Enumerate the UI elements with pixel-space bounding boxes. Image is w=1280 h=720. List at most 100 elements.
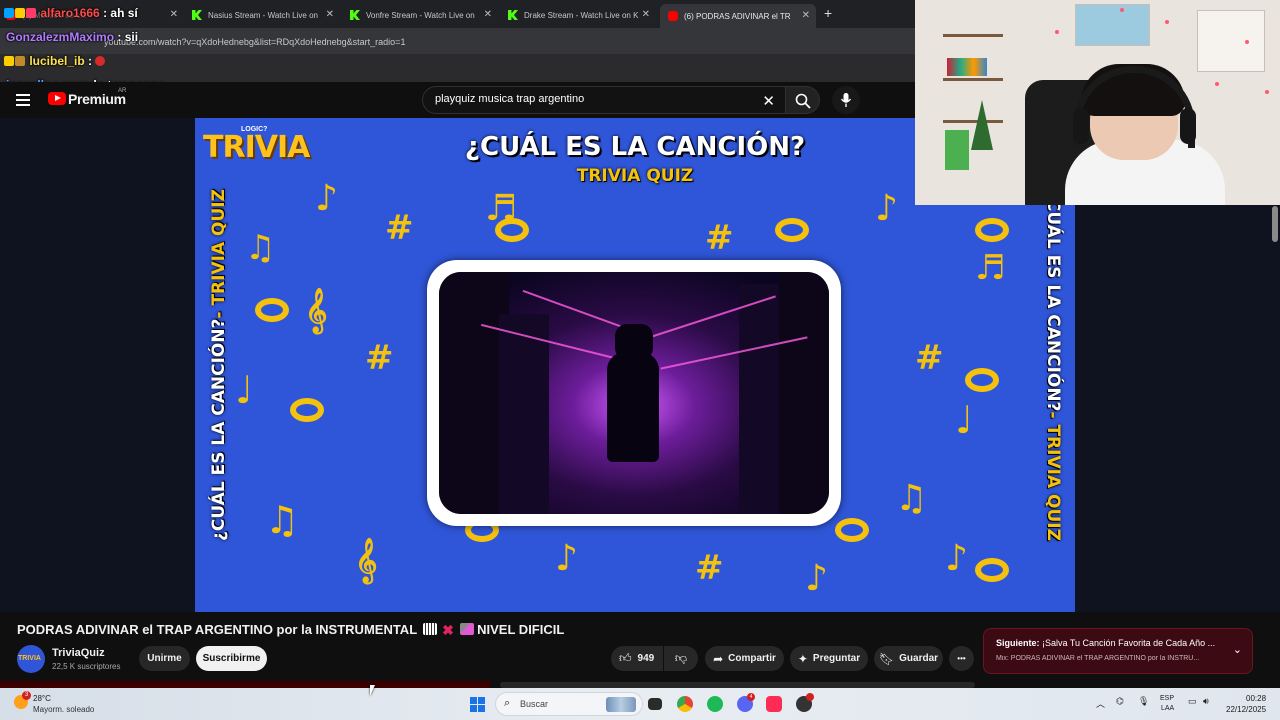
chat-message: GonzalezmMaximo : sii [6, 30, 138, 44]
kick-favicon-icon [350, 10, 360, 20]
chat-text: : [88, 54, 93, 68]
voice-search-button[interactable] [832, 86, 860, 114]
join-button[interactable]: Unirme [139, 646, 190, 671]
chevron-down-icon[interactable]: ⌄ [1233, 643, 1242, 656]
sparkle-icon: ✦ [797, 651, 808, 666]
frame-side-text-left: ¿CUÁL ES LA CANCIÓN?- TRIVIA QUIZ [209, 189, 229, 541]
address-url[interactable]: youtube.com/watch?v=qXdoHednebg&list=RDq… [104, 37, 405, 47]
microphone-emoji-icon [459, 623, 474, 635]
recommendation-strip [0, 681, 490, 688]
volume-icon[interactable]: 🔊︎ [1203, 696, 1209, 707]
chat-username: alfaro1666 [40, 6, 100, 20]
clear-search-icon[interactable]: ✕ [762, 92, 775, 110]
chat-username: lucibel_ib [29, 54, 85, 68]
share-button[interactable]: ➦ Compartir [705, 646, 784, 671]
strawberry-emote-icon [95, 56, 106, 66]
ask-button[interactable]: ✦ Preguntar [790, 646, 868, 671]
tab-vonfre[interactable]: Vonfre Stream - Watch Live on ✕ [350, 4, 492, 26]
youtube-logo-icon[interactable] [48, 92, 66, 105]
neon-city-scene [439, 272, 829, 514]
show-hidden-icons-icon[interactable]: ︿ [1096, 697, 1105, 710]
close-tab-icon[interactable]: ✕ [326, 9, 334, 20]
recording-indicator-icon [806, 693, 814, 701]
tab-label: Nasius Stream - Watch Live on [208, 10, 318, 20]
gift-badge-icon [15, 56, 25, 66]
scene-frame [427, 260, 841, 526]
display-tray-icon[interactable]: ▭ [1188, 696, 1197, 707]
tab-drake[interactable]: Drake Stream - Watch Live on K ✕ [508, 4, 650, 26]
share-icon: ➦ [713, 651, 724, 666]
channel-name[interactable]: TriviaQuiz [52, 647, 105, 659]
spotify-icon[interactable] [707, 696, 723, 712]
mouse-cursor-icon [370, 685, 375, 696]
streamer-webcam [915, 0, 1280, 205]
input-language[interactable]: ESP [1160, 695, 1174, 702]
chat-text: : sii [117, 30, 139, 44]
youtube-masthead: Premium AR ✕ [0, 82, 915, 118]
menu-icon[interactable] [16, 94, 30, 106]
discord-badge: 4 [747, 693, 755, 701]
close-tab-icon[interactable]: ✕ [802, 10, 810, 21]
weather-badge: 3 [22, 691, 31, 700]
more-icon: ••• [957, 654, 966, 663]
taskbar-search-label: Buscar [520, 699, 549, 709]
tab-label: Vonfre Stream - Watch Live on [366, 10, 475, 20]
close-tab-icon[interactable]: ✕ [170, 9, 178, 20]
tab-label: (6) PODRAS ADIVINAR el TR [684, 11, 791, 21]
christmas-tree [971, 100, 993, 150]
microphone-tray-icon[interactable]: 🎙︎ [1138, 696, 1149, 707]
sketch-drawing [1197, 10, 1265, 72]
thumbs-up-icon: 👍︎ [619, 651, 632, 665]
mod-badge-icon [4, 8, 14, 18]
network-status-icon[interactable]: ⌬ [1116, 696, 1124, 707]
sub-badge-icon [15, 8, 25, 18]
channel-avatar[interactable]: TRIVIA [17, 645, 45, 673]
bookmark-icon: 🔖︎ [878, 651, 895, 666]
subscribe-button[interactable]: Suscribirme [196, 646, 267, 671]
weather-temperature[interactable]: 28°C [33, 694, 51, 703]
close-tab-icon[interactable]: ✕ [642, 9, 650, 20]
new-tab-button[interactable]: + [824, 5, 832, 21]
up-next-title: Siguiente: ¡Salva Tu Canción Favorita de… [996, 638, 1216, 648]
region-code: AR [118, 88, 127, 94]
tab-label: Drake Stream - Watch Live on K [524, 10, 639, 20]
chrome-icon[interactable] [677, 696, 693, 712]
up-next-subtitle: Mix: PODRAS ADIVINAR el TRAP ARGENTINO p… [996, 655, 1200, 662]
dislike-button[interactable]: 👎︎ [664, 646, 698, 671]
kick-favicon-icon [508, 10, 518, 20]
kick-favicon-icon [192, 10, 202, 20]
cross-mark-emoji-icon: ✖ [442, 622, 454, 638]
microphone-icon [840, 93, 852, 107]
input-layout[interactable]: LAA [1161, 705, 1174, 712]
creeper-figure [945, 130, 969, 170]
frame-side-text-right: ¿CUÁL ES LA CANCIÓN?- TRIVIA QUIZ [1043, 189, 1063, 541]
clock-date[interactable]: 22/12/2025 [1226, 705, 1266, 714]
more-actions-button[interactable]: ••• [949, 646, 974, 671]
piano-emoji-icon [422, 623, 437, 635]
vip-badge-icon [26, 8, 36, 18]
sub-badge-icon [4, 56, 14, 66]
chat-username: GonzalezmMaximo [6, 30, 115, 44]
like-button[interactable]: 👍︎ 949 [611, 646, 663, 671]
windows-start-icon[interactable] [470, 697, 485, 712]
tiktok-icon[interactable] [766, 696, 782, 712]
search-highlight-image [606, 697, 636, 712]
page-scrollbar[interactable] [1272, 206, 1278, 242]
chat-text: : ah sí [103, 6, 138, 20]
windows-taskbar: 3 28°C Mayorm. soleado ⌕ Buscar 4 ︿ ⌬ 🎙︎… [0, 688, 1280, 720]
file-explorer-icon[interactable] [648, 698, 662, 710]
search-button[interactable] [786, 86, 820, 114]
weather-description[interactable]: Mayorm. soleado [33, 705, 94, 714]
close-tab-icon[interactable]: ✕ [484, 9, 492, 20]
tab-youtube-active[interactable]: (6) PODRAS ADIVINAR el TR ✕ [660, 4, 816, 28]
search-box: ✕ [422, 86, 786, 114]
tab-nasius[interactable]: Nasius Stream - Watch Live on ✕ [192, 4, 334, 26]
search-icon [795, 93, 811, 109]
clock-time[interactable]: 00:28 [1246, 694, 1266, 703]
chat-message: alfaro1666 : ah sí [4, 6, 138, 20]
save-button[interactable]: 🔖︎ Guardar [874, 646, 943, 671]
up-next-card[interactable]: Siguiente: ¡Salva Tu Canción Favorita de… [983, 628, 1253, 674]
search-icon: ⌕ [504, 697, 511, 709]
search-input[interactable] [435, 93, 755, 105]
taskbar-search[interactable]: ⌕ Buscar [495, 692, 643, 716]
